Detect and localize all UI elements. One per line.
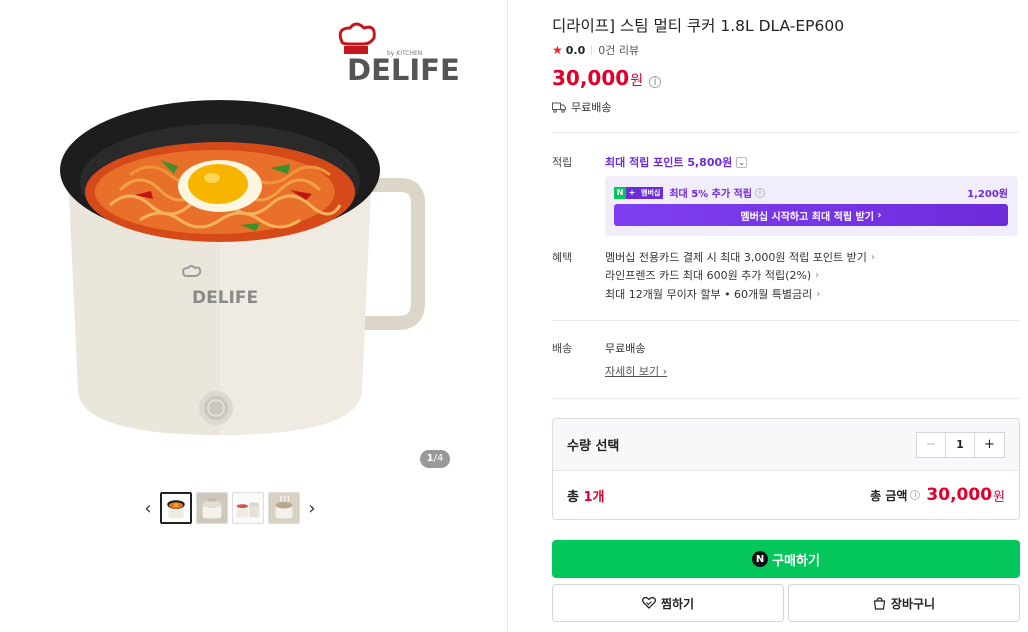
wishlist-label: 찜하기 xyxy=(660,596,695,611)
decrease-button[interactable]: − xyxy=(917,432,946,457)
divider xyxy=(552,132,1020,133)
buy-button[interactable]: N 구매하기 xyxy=(552,540,1020,578)
chevron-right-icon: › xyxy=(815,269,820,281)
truck-icon xyxy=(552,102,566,113)
divider xyxy=(591,45,593,55)
divider xyxy=(552,320,1020,321)
thumbnail-ramen-cooker[interactable] xyxy=(160,492,192,524)
max-points-toggle[interactable]: 최대 적립 포인트 5,800원 ⌄ xyxy=(605,154,748,170)
increase-button[interactable]: + xyxy=(975,433,1004,457)
buy-label: 구매하기 xyxy=(772,553,820,569)
price-unit: 원 xyxy=(630,73,644,89)
quantity-value[interactable]: 1 xyxy=(946,432,975,457)
delife-logo: DELIFE by KITCHEN xyxy=(338,22,460,87)
chevron-right-icon: › xyxy=(816,288,821,300)
total-amount-label: 총 금액 xyxy=(870,488,908,503)
benefit-text: 라인프렌즈 카드 최대 600원 추가 적립(2%) xyxy=(605,269,812,282)
cart-button[interactable]: 장바구니 xyxy=(788,584,1020,622)
thumbnail-next-button[interactable]: › xyxy=(304,492,320,524)
rating-score: 0.0 xyxy=(565,43,586,57)
benefit-item[interactable]: 최대 12개월 무이자 할부 • 60개월 특별금리 › xyxy=(605,286,820,302)
benefit-item[interactable]: 멤버십 전용카드 결제 시 최대 3,000원 적립 포인트 받기 › xyxy=(605,249,875,265)
naver-pay-icon: N xyxy=(752,551,769,567)
price-info-icon[interactable]: i xyxy=(649,75,662,88)
thumbnail-cooker-steam[interactable] xyxy=(268,492,300,524)
total-info-icon[interactable]: i xyxy=(910,490,921,500)
membership-info-icon[interactable]: i xyxy=(754,187,765,198)
svg-text:by KITCHEN: by KITCHEN xyxy=(387,50,422,57)
benefit-text: 최대 12개월 무이자 할부 • 60개월 특별금리 xyxy=(605,288,813,301)
naver-membership-badge: N + 멤버십 xyxy=(614,186,664,199)
product-price: 30,000 원 i xyxy=(552,66,662,90)
membership-cta-label: 멤버십 시작하고 최대 적립 받기 xyxy=(740,211,874,223)
wishlist-button[interactable]: 찜하기 xyxy=(552,584,784,622)
star-icon: ★ xyxy=(552,43,563,57)
total-amount-value: 30,000 xyxy=(926,485,993,505)
max-points-text: 최대 적립 포인트 5,800원 xyxy=(605,156,733,169)
membership-cta-button[interactable]: 멤버십 시작하고 최대 적립 받기 › xyxy=(614,204,1008,226)
shipping-text: 무료배송 xyxy=(571,101,612,114)
price-value: 30,000 xyxy=(552,66,630,90)
svg-text:DELIFE: DELIFE xyxy=(347,53,460,87)
secondary-actions: 찜하기 장바구니 xyxy=(552,584,1020,622)
image-page-indicator: 1/4 xyxy=(420,450,450,468)
quantity-stepper[interactable]: − 1 + xyxy=(916,431,1005,458)
delivery-detail-link[interactable]: 자세히 보기 › xyxy=(605,363,667,379)
thumbnail-white-cooker[interactable] xyxy=(196,492,228,524)
chevron-right-icon: › xyxy=(659,364,668,378)
delivery-detail-label: 자세히 보기 xyxy=(605,365,660,378)
product-gallery: DELIFE by KITCHEN DELIFE 1/4 ‹ › xyxy=(0,0,508,632)
shipping-summary: 무료배송 xyxy=(552,99,611,115)
shopping-bag-icon xyxy=(873,596,886,610)
thumbnail-cooker-set[interactable] xyxy=(232,492,264,524)
quantity-header: 수량 선택 − 1 + xyxy=(553,419,1019,471)
benefits-label: 혜택 xyxy=(552,251,573,264)
chevron-right-icon: › xyxy=(870,251,875,263)
thumbnail-prev-button[interactable]: ‹ xyxy=(140,492,156,524)
membership-box: N + 멤버십 최대 5% 추가 적립 i 1,200원 멤버십 시작하고 최대 적… xyxy=(605,176,1018,236)
heart-icon xyxy=(641,597,656,609)
membership-text: 최대 5% 추가 적립 xyxy=(669,189,752,200)
total-amount-unit: 원 xyxy=(993,489,1005,505)
thumbnail-strip: ‹ › xyxy=(140,492,320,524)
quantity-box: 수량 선택 − 1 + 총 1개 총 금액 i 30,000 원 xyxy=(552,418,1020,520)
svg-text:DELIFE: DELIFE xyxy=(192,288,258,308)
rating-summary[interactable]: ★ 0.0 0건 리뷰 xyxy=(552,42,639,58)
quantity-total: 총 1개 총 금액 i 30,000 원 xyxy=(553,471,1019,519)
total-amount: 총 금액 i 30,000 원 xyxy=(870,485,1005,505)
divider xyxy=(552,398,1020,399)
chevron-right-icon: › xyxy=(873,209,882,221)
membership-info: N + 멤버십 최대 5% 추가 적립 i 1,200원 xyxy=(614,185,1008,200)
total-count: 총 1개 xyxy=(567,489,605,505)
cart-label: 장바구니 xyxy=(890,596,936,611)
delivery-label: 배송 xyxy=(552,342,573,355)
points-label: 적립 xyxy=(552,156,573,169)
benefit-text: 멤버십 전용카드 결제 시 최대 3,000원 적립 포인트 받기 xyxy=(605,251,867,264)
chevron-down-icon: ⌄ xyxy=(736,156,748,168)
review-count[interactable]: 0건 리뷰 xyxy=(598,42,639,58)
delivery-value: 무료배송 xyxy=(605,342,646,355)
membership-amount: 1,200원 xyxy=(967,189,1008,200)
quantity-label: 수량 선택 xyxy=(567,439,620,454)
product-main-image[interactable]: DELIFE by KITCHEN DELIFE xyxy=(40,20,470,470)
product-title: 디라이프] 스팀 멀티 쿠커 1.8L DLA-EP600 xyxy=(552,17,845,35)
benefit-item[interactable]: 라인프렌즈 카드 최대 600원 추가 적립(2%) › xyxy=(605,267,819,283)
